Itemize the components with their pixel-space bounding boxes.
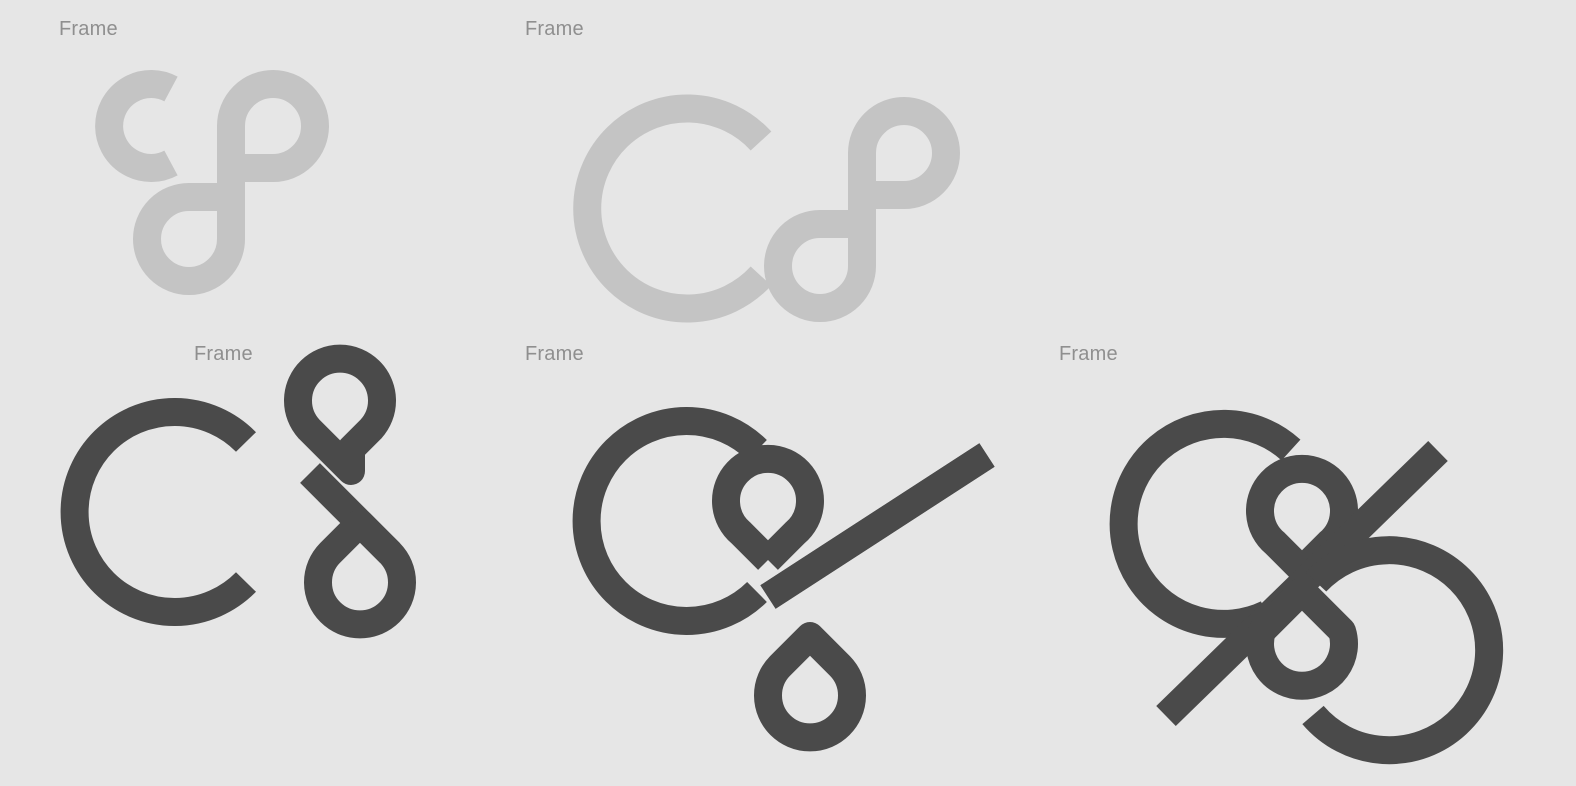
frame-3-letter-c: [60, 398, 256, 626]
design-canvas: Frame Frame Frame Frame Frame: [0, 0, 1576, 786]
frame-1-upper-loop: [217, 70, 329, 182]
frame-2-letter-c: [573, 94, 772, 323]
frame-4-lower-loop: [754, 622, 866, 752]
frame-4-upper-loop: [712, 444, 824, 570]
frame-2-logo[interactable]: [573, 94, 960, 323]
frame-1-letter-c: [95, 70, 178, 182]
frame-3-upper-loop: [284, 344, 396, 485]
frame-5-logo[interactable]: [1109, 409, 1504, 765]
frame-4-logo[interactable]: [572, 407, 995, 752]
frame-1-logo[interactable]: [95, 70, 329, 295]
frame-2-lower-loop: [764, 209, 876, 322]
frame-1-lower-loop: [133, 182, 245, 295]
frames-artwork: [60, 70, 1504, 765]
frame-2-upper-loop: [848, 97, 960, 209]
frame-3-logo[interactable]: [60, 344, 416, 639]
frame-5-lower-loop: [1246, 577, 1358, 700]
frame-3-lower-loop: [304, 509, 416, 639]
